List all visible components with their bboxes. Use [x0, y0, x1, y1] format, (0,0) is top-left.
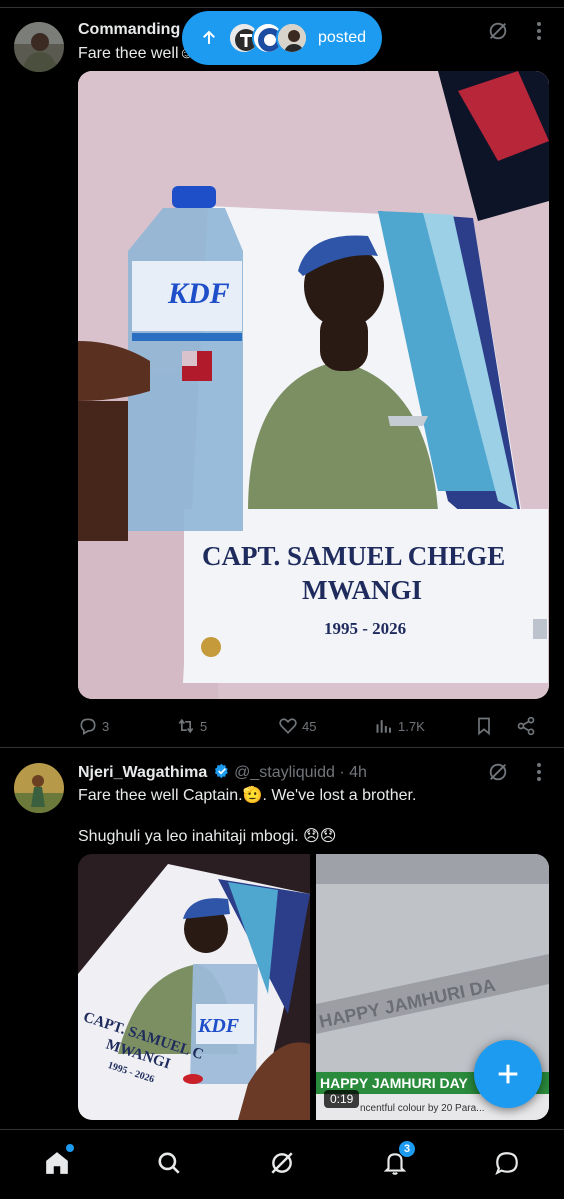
plus-icon [498, 1064, 518, 1084]
nav-notifications[interactable]: 3 [380, 1140, 416, 1178]
repost-icon [178, 718, 194, 734]
views-count: 1.7K [398, 718, 425, 734]
poster-name-line1: CAPT. SAMUEL CHEGE [202, 541, 505, 571]
views-button[interactable]: 1.7K [374, 711, 425, 741]
more-options-icon[interactable] [526, 759, 552, 785]
new-posts-pill[interactable]: posted [182, 11, 382, 65]
repost-button[interactable]: 5 [176, 711, 207, 741]
reply-button[interactable]: 3 [78, 711, 109, 741]
like-button[interactable]: 45 [278, 711, 316, 741]
video-duration: 0:19 [324, 1090, 360, 1108]
display-name[interactable]: Commanding [78, 21, 180, 38]
compose-button[interactable] [474, 1040, 542, 1108]
reply-icon [80, 718, 96, 735]
bookmark-button[interactable] [474, 711, 494, 741]
tweet-header: Njeri_Wagathima @_stayliquidd · 4h [78, 763, 367, 782]
display-name[interactable]: Njeri_Wagathima [78, 764, 207, 781]
tweet[interactable]: Commanding Fare thee well☺ KDF CAPT. SAM… [0, 8, 564, 748]
nav-messages[interactable] [492, 1148, 522, 1178]
video-banner-text: HAPPY JAMHURI DAY [320, 1075, 468, 1091]
like-count: 45 [302, 718, 317, 734]
tweet-image[interactable]: KDF CAPT. SAMUEL CHEGE MWANGI 1995 - 202… [78, 71, 549, 699]
reply-count: 3 [102, 718, 110, 734]
more-options-icon[interactable] [526, 18, 552, 44]
user-handle[interactable]: @_stayliquidd [234, 764, 335, 781]
tweet-actions: 3 5 45 1.7K [78, 711, 548, 741]
bottle-label: KDF [197, 1015, 240, 1037]
share-icon [517, 716, 535, 736]
nav-search[interactable] [154, 1148, 184, 1178]
bookmark-icon [478, 717, 490, 736]
bottle-label: KDF [167, 277, 230, 310]
avatar[interactable] [14, 763, 64, 813]
bottom-nav: 3 [0, 1129, 564, 1199]
search-icon [158, 1152, 180, 1174]
avatar[interactable] [14, 22, 64, 72]
nav-home[interactable] [42, 1144, 74, 1178]
grok-icon[interactable] [485, 759, 511, 785]
tweet-image-left[interactable]: KDF CAPT. SAMUEL C MWANGI 1995 - 2026 [78, 854, 310, 1120]
grok-icon[interactable] [485, 18, 511, 44]
unread-dot [66, 1144, 74, 1152]
top-divider [0, 0, 564, 8]
tweet-header: Commanding [78, 21, 180, 39]
arrow-up-icon [203, 30, 215, 44]
views-icon [376, 720, 391, 733]
nav-grok[interactable] [267, 1148, 297, 1178]
message-icon [495, 1152, 518, 1175]
repost-count: 5 [200, 718, 208, 734]
grok-icon [271, 1152, 293, 1174]
tweet-text-line: Shughuli ya leo inahitaji mbogi. 😞😞 [78, 828, 337, 845]
poster-years: 1995 - 2026 [324, 619, 406, 638]
pill-label: posted [318, 29, 367, 46]
timestamp[interactable]: · 4h [339, 764, 367, 781]
video-ticker-text: ncentful colour by 20 Para... [360, 1103, 485, 1114]
share-button[interactable] [516, 711, 536, 741]
poster-avatar [276, 22, 308, 54]
poster-name-line2: MWANGI [302, 575, 422, 605]
heart-icon [279, 718, 297, 734]
home-icon [46, 1152, 68, 1174]
notification-badge: 3 [398, 1140, 416, 1158]
tweet-text: Fare thee well☺ [78, 45, 195, 62]
verified-badge-icon [214, 763, 228, 779]
tweet-text-line: Fare thee well Captain.🫡. We've lost a b… [78, 787, 417, 804]
